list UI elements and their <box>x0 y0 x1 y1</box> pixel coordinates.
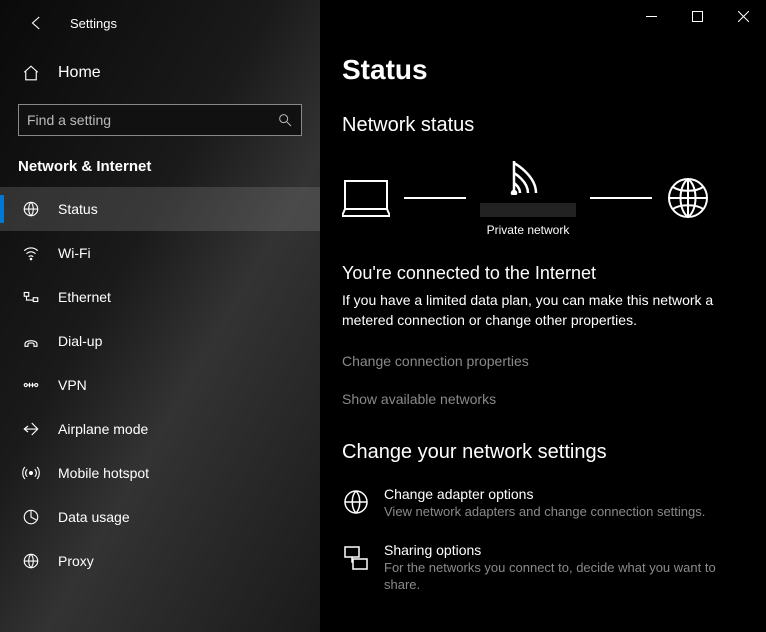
wifi-signal-icon <box>508 159 548 195</box>
sidebar-item-label: Data usage <box>58 509 130 525</box>
proxy-icon <box>22 552 40 570</box>
show-available-networks-link[interactable]: Show available networks <box>342 391 744 407</box>
sidebar-item-proxy[interactable]: Proxy <box>0 539 320 583</box>
sidebar-item-airplane[interactable]: Airplane mode <box>0 407 320 451</box>
connection-line <box>404 197 466 199</box>
connection-description: If you have a limited data plan, you can… <box>342 290 742 331</box>
computer-icon <box>342 178 390 218</box>
connection-line <box>590 197 652 199</box>
sidebar-item-hotspot[interactable]: Mobile hotspot <box>0 451 320 495</box>
sidebar-item-label: Airplane mode <box>58 421 148 437</box>
globe-icon <box>666 176 710 220</box>
network-name-redacted <box>480 203 576 217</box>
sidebar-item-status[interactable]: Status <box>0 187 320 231</box>
sidebar-item-label: Dial-up <box>58 333 102 349</box>
search-input[interactable] <box>27 112 277 128</box>
minimize-button[interactable] <box>628 0 674 32</box>
sidebar-item-datausage[interactable]: Data usage <box>0 495 320 539</box>
option-desc: View network adapters and change connect… <box>384 504 705 521</box>
back-icon[interactable] <box>28 14 46 32</box>
option-title: Sharing options <box>384 542 744 558</box>
network-type: Private network <box>487 223 570 237</box>
hotspot-icon <box>22 464 40 482</box>
sidebar-item-dialup[interactable]: Dial-up <box>0 319 320 363</box>
airplane-icon <box>22 420 40 438</box>
home-icon <box>22 64 40 82</box>
sidebar-item-ethernet[interactable]: Ethernet <box>0 275 320 319</box>
app-title: Settings <box>70 16 117 31</box>
status-icon <box>22 200 40 218</box>
maximize-button[interactable] <box>674 0 720 32</box>
network-status-heading: Network status <box>342 114 744 137</box>
wifi-icon <box>22 244 40 262</box>
sidebar-item-label: Status <box>58 201 98 217</box>
sidebar-item-vpn[interactable]: VPN <box>0 363 320 407</box>
sidebar-item-label: Proxy <box>58 553 94 569</box>
adapter-icon <box>342 488 370 516</box>
ethernet-icon <box>22 288 40 306</box>
option-desc: For the networks you connect to, decide … <box>384 560 744 594</box>
dialup-icon <box>22 332 40 350</box>
page-title: Status <box>342 54 744 86</box>
close-button[interactable] <box>720 0 766 32</box>
connection-heading: You're connected to the Internet <box>342 263 744 284</box>
vpn-icon <box>22 376 40 394</box>
sidebar-item-label: Ethernet <box>58 289 111 305</box>
sidebar-item-wifi[interactable]: Wi-Fi <box>0 231 320 275</box>
sidebar-item-label: Mobile hotspot <box>58 465 149 481</box>
network-diagram: Private network <box>342 159 744 237</box>
sharing-options[interactable]: Sharing options For the networks you con… <box>342 542 744 594</box>
datausage-icon <box>22 508 40 526</box>
change-adapter-options[interactable]: Change adapter options View network adap… <box>342 486 744 521</box>
change-connection-properties-link[interactable]: Change connection properties <box>342 353 744 369</box>
home-label: Home <box>58 64 101 82</box>
option-title: Change adapter options <box>384 486 705 502</box>
category-title: Network & Internet <box>0 150 320 187</box>
sidebar-item-label: Wi-Fi <box>58 245 91 261</box>
sidebar-item-label: VPN <box>58 377 87 393</box>
search-input-container[interactable] <box>18 104 302 136</box>
sharing-icon <box>342 544 370 572</box>
home-button[interactable]: Home <box>0 54 320 92</box>
search-icon <box>277 112 293 128</box>
change-network-settings-heading: Change your network settings <box>342 441 744 464</box>
